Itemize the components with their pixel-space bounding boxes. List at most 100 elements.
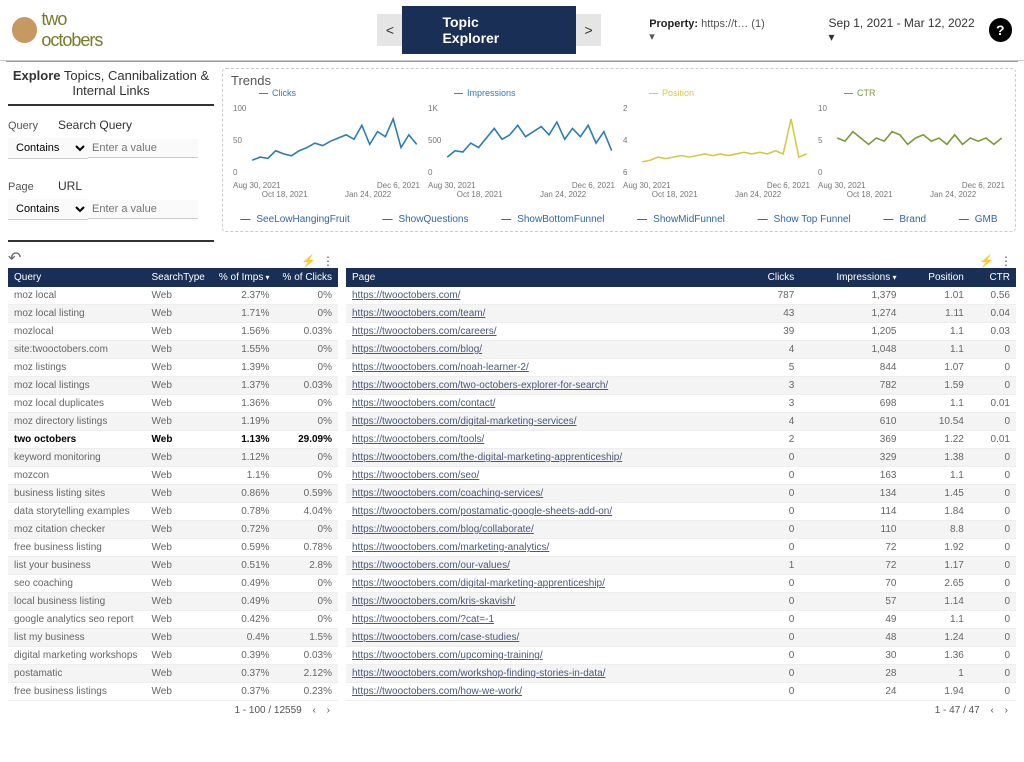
- table-row[interactable]: https://twooctobers.com/digital-marketin…: [346, 575, 1016, 593]
- table-row[interactable]: google analytics seo reportWeb0.42%0%: [8, 611, 338, 629]
- table-row[interactable]: https://twooctobers.com/digital-marketin…: [346, 413, 1016, 431]
- page-link[interactable]: https://twooctobers.com/team/: [352, 308, 485, 319]
- table-row[interactable]: https://twooctobers.com/seo/01631.10: [346, 467, 1016, 485]
- page-link[interactable]: https://twooctobers.com/coaching-service…: [352, 488, 543, 499]
- table-row[interactable]: https://twooctobers.com/kris-skavish/057…: [346, 593, 1016, 611]
- table-row[interactable]: moz local listingWeb1.71%0%: [8, 305, 338, 323]
- table-row[interactable]: moz local duplicatesWeb1.36%0%: [8, 395, 338, 413]
- table-row[interactable]: postamaticWeb0.37%2.12%: [8, 665, 338, 683]
- table-row[interactable]: https://twooctobers.com/contact/36981.10…: [346, 395, 1016, 413]
- pager-next[interactable]: ›: [1005, 705, 1008, 716]
- table-row[interactable]: https://twooctobers.com/blog/collaborate…: [346, 521, 1016, 539]
- page-link[interactable]: https://twooctobers.com/postamatic-googl…: [352, 506, 612, 517]
- undo-icon[interactable]: ↶: [8, 248, 214, 268]
- col-header[interactable]: % of Imps: [212, 268, 276, 287]
- table-row[interactable]: https://twooctobers.com/blog/41,0481.10: [346, 341, 1016, 359]
- table-row[interactable]: https://twooctobers.com/marketing-analyt…: [346, 539, 1016, 557]
- page-input[interactable]: [88, 200, 198, 219]
- table-row[interactable]: digital marketing workshopsWeb0.39%0.03%: [8, 647, 338, 665]
- table-row[interactable]: list my businessWeb0.4%1.5%: [8, 629, 338, 647]
- page-link[interactable]: https://twooctobers.com/how-we-work/: [352, 686, 522, 697]
- table-row[interactable]: https://twooctobers.com/tools/23691.220.…: [346, 431, 1016, 449]
- tag-show-top-funnel[interactable]: Show Top Funnel: [758, 214, 851, 225]
- more-icon[interactable]: ⋮: [322, 254, 334, 268]
- page-link[interactable]: https://twooctobers.com/our-values/: [352, 560, 510, 571]
- date-range-picker[interactable]: Sep 1, 2021 - Mar 12, 2022 ▾: [829, 16, 981, 44]
- page-link[interactable]: https://twooctobers.com/: [352, 290, 460, 301]
- table-row[interactable]: moz directory listingsWeb1.19%0%: [8, 413, 338, 431]
- help-icon[interactable]: ?: [989, 18, 1012, 42]
- table-row[interactable]: mozlocalWeb1.56%0.03%: [8, 323, 338, 341]
- table-row[interactable]: https://twooctobers.com/upcoming-trainin…: [346, 647, 1016, 665]
- table-row[interactable]: local business listingWeb0.49%0%: [8, 593, 338, 611]
- col-header[interactable]: Page: [346, 268, 746, 287]
- more-icon[interactable]: ⋮: [1000, 254, 1012, 268]
- table-row[interactable]: mozconWeb1.1%0%: [8, 467, 338, 485]
- table-row[interactable]: moz citation checkerWeb0.72%0%: [8, 521, 338, 539]
- table-row[interactable]: seo coachingWeb0.49%0%: [8, 575, 338, 593]
- tag-showquestions[interactable]: ShowQuestions: [382, 214, 468, 225]
- page-link[interactable]: https://twooctobers.com/blog/: [352, 344, 482, 355]
- page-link[interactable]: https://twooctobers.com/the-digital-mark…: [352, 452, 622, 463]
- page-link[interactable]: https://twooctobers.com/upcoming-trainin…: [352, 650, 543, 661]
- page-link[interactable]: https://twooctobers.com/case-studies/: [352, 632, 519, 643]
- page-link[interactable]: https://twooctobers.com/blog/collaborate…: [352, 524, 534, 535]
- table-row[interactable]: list your businessWeb0.51%2.8%: [8, 557, 338, 575]
- table-row[interactable]: site:twooctobers.comWeb1.55%0%: [8, 341, 338, 359]
- pager-prev[interactable]: ‹: [991, 705, 994, 716]
- page-link[interactable]: https://twooctobers.com/marketing-analyt…: [352, 542, 549, 553]
- nav-prev-button[interactable]: <: [377, 14, 402, 46]
- table-row[interactable]: https://twooctobers.com/team/431,2741.11…: [346, 305, 1016, 323]
- table-row[interactable]: business listing sitesWeb0.86%0.59%: [8, 485, 338, 503]
- table-row[interactable]: moz localWeb2.37%0%: [8, 287, 338, 305]
- table-row[interactable]: moz local listingsWeb1.37%0.03%: [8, 377, 338, 395]
- tag-showmidfunnel[interactable]: ShowMidFunnel: [637, 214, 725, 225]
- pager-next[interactable]: ›: [327, 705, 330, 716]
- table-row[interactable]: https://twooctobers.com/?cat=-10491.10: [346, 611, 1016, 629]
- table-row[interactable]: https://twooctobers.com/two-octobers-exp…: [346, 377, 1016, 395]
- col-header[interactable]: Impressions: [800, 268, 902, 287]
- query-input[interactable]: [88, 139, 198, 158]
- table-row[interactable]: free business listingWeb0.59%0.78%: [8, 539, 338, 557]
- page-link[interactable]: https://twooctobers.com/tools/: [352, 434, 484, 445]
- col-header[interactable]: Position: [902, 268, 969, 287]
- table-row[interactable]: https://twooctobers.com/7871,3791.010.56: [346, 287, 1016, 305]
- page-link[interactable]: https://twooctobers.com/careers/: [352, 326, 497, 337]
- table-row[interactable]: https://twooctobers.com/our-values/1721.…: [346, 557, 1016, 575]
- col-header[interactable]: Query: [8, 268, 146, 287]
- nav-next-button[interactable]: >: [576, 14, 601, 46]
- table-row[interactable]: https://twooctobers.com/case-studies/048…: [346, 629, 1016, 647]
- table-row[interactable]: keyword monitoringWeb1.12%0%: [8, 449, 338, 467]
- tag-brand[interactable]: Brand: [883, 214, 926, 225]
- table-row[interactable]: https://twooctobers.com/careers/391,2051…: [346, 323, 1016, 341]
- tag-gmb[interactable]: GMB: [959, 214, 998, 225]
- tag-seelowhangingfruit[interactable]: SeeLowHangingFruit: [240, 214, 349, 225]
- table-row[interactable]: free business listingsWeb0.37%0.23%: [8, 683, 338, 701]
- bolt-icon[interactable]: ⚡: [301, 254, 316, 268]
- page-link[interactable]: https://twooctobers.com/?cat=-1: [352, 614, 494, 625]
- col-header[interactable]: % of Clicks: [276, 268, 338, 287]
- pager-prev[interactable]: ‹: [313, 705, 316, 716]
- page-link[interactable]: https://twooctobers.com/two-octobers-exp…: [352, 380, 608, 391]
- query-op-select[interactable]: Contains: [8, 138, 88, 159]
- page-link[interactable]: https://twooctobers.com/seo/: [352, 470, 479, 481]
- page-op-select[interactable]: Contains: [8, 199, 88, 220]
- table-row[interactable]: moz listingsWeb1.39%0%: [8, 359, 338, 377]
- table-row[interactable]: https://twooctobers.com/the-digital-mark…: [346, 449, 1016, 467]
- page-link[interactable]: https://twooctobers.com/noah-learner-2/: [352, 362, 529, 373]
- table-row[interactable]: https://twooctobers.com/how-we-work/0241…: [346, 683, 1016, 701]
- page-link[interactable]: https://twooctobers.com/digital-marketin…: [352, 578, 605, 589]
- page-link[interactable]: https://twooctobers.com/kris-skavish/: [352, 596, 515, 607]
- table-row[interactable]: two octobersWeb1.13%29.09%: [8, 431, 338, 449]
- table-row[interactable]: https://twooctobers.com/noah-learner-2/5…: [346, 359, 1016, 377]
- col-header[interactable]: Clicks: [746, 268, 801, 287]
- table-row[interactable]: https://twooctobers.com/postamatic-googl…: [346, 503, 1016, 521]
- tag-showbottomfunnel[interactable]: ShowBottomFunnel: [501, 214, 604, 225]
- bolt-icon[interactable]: ⚡: [979, 254, 994, 268]
- table-row[interactable]: data storytelling examplesWeb0.78%4.04%: [8, 503, 338, 521]
- col-header[interactable]: SearchType: [146, 268, 212, 287]
- table-row[interactable]: https://twooctobers.com/workshop-finding…: [346, 665, 1016, 683]
- page-link[interactable]: https://twooctobers.com/workshop-finding…: [352, 668, 605, 679]
- table-row[interactable]: https://twooctobers.com/coaching-service…: [346, 485, 1016, 503]
- property-selector[interactable]: Property: https://t… (1) ▾: [649, 18, 770, 43]
